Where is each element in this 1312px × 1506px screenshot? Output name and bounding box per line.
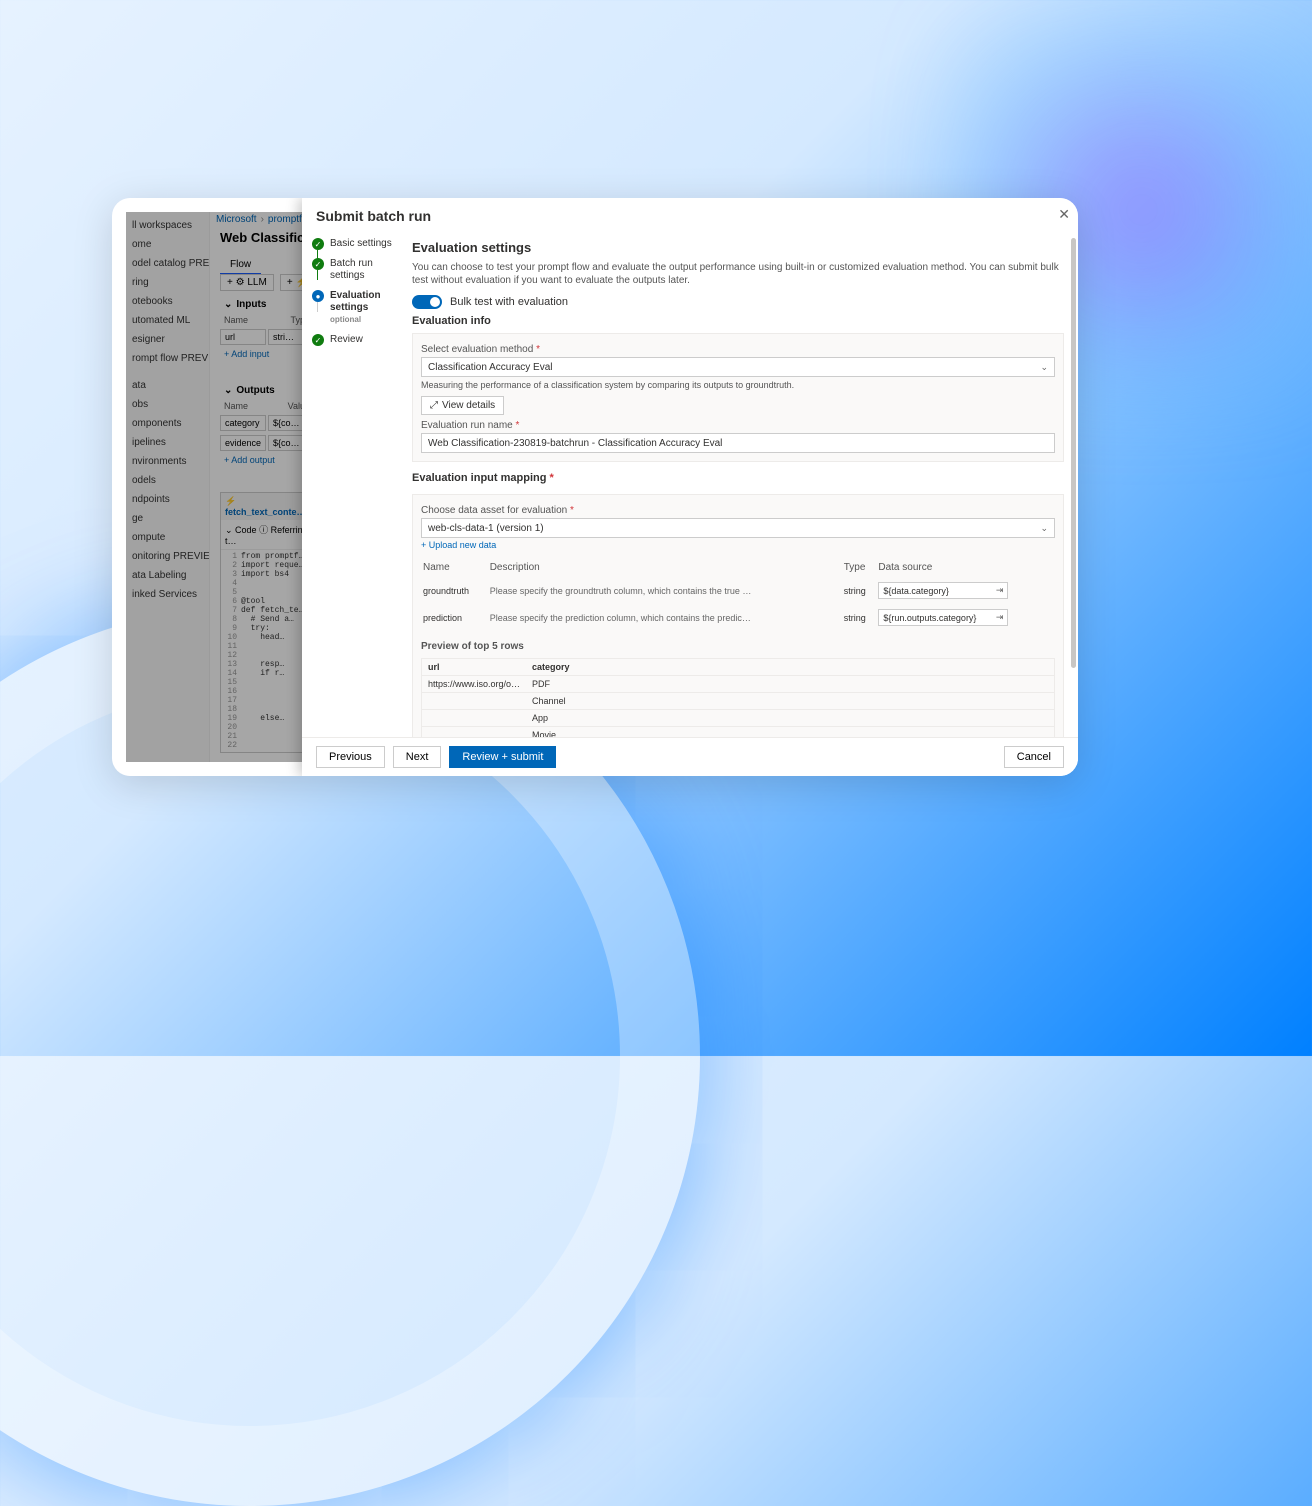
flow-icon: ⇥ [996,612,1004,623]
previous-button[interactable]: Previous [316,746,385,768]
table-row: https://www.iso.org/o…PDF [422,676,1055,693]
inputs-panel: Inputs NameType urlstri… + Add input [220,296,314,361]
wizard-step[interactable]: ●Evaluation settingsoptional [312,286,402,330]
review-submit-button[interactable]: Review + submit [449,746,556,768]
modal-footer: Previous Next Review + submit Cancel [302,737,1078,776]
table-row: groundtruthPlease specify the groundtrut… [421,577,1055,604]
wizard-step[interactable]: ✓Basic settings [312,234,402,254]
llm-button[interactable]: + ⚙ LLM [220,274,274,291]
cancel-button[interactable]: Cancel [1004,746,1064,768]
tab-flow[interactable]: Flow [220,256,261,275]
section-description: You can choose to test your prompt flow … [412,261,1064,287]
wizard-step[interactable]: ✓Review [312,330,402,350]
code-node: ⚡ fetch_text_conte… ⌄ Code ⓘ Referring t… [220,492,314,753]
submit-batch-run-panel: ✕ Submit batch run ✓Basic settings✓Batch… [302,198,1078,776]
add-input-link[interactable]: + Add input [220,347,314,361]
app-frame: ll workspacesomeodel catalog PREVIEWring… [112,198,1078,776]
preview-heading: Preview of top 5 rows [421,631,1055,654]
sidebar-item[interactable]: ll workspaces [126,216,209,235]
next-button[interactable]: Next [393,746,442,768]
sidebar-item[interactable] [126,368,209,376]
sidebar-item[interactable]: ndpoints [126,490,209,509]
bulk-test-toggle-label: Bulk test with evaluation [450,296,568,308]
modal-title: Submit batch run [302,198,1078,234]
chevron-down-icon: ⌄ [1040,523,1048,534]
evaluation-info-heading: Evaluation info [412,313,1064,329]
sidebar-item[interactable]: odels [126,471,209,490]
data-asset-select[interactable]: web-cls-data-1 (version 1)⌄ [421,518,1055,538]
upload-data-link[interactable]: + Upload new data [421,538,1055,552]
modal-content: Evaluation settings You can choose to te… [412,234,1078,737]
left-nav: ll workspacesomeodel catalog PREVIEWring… [126,212,210,762]
select-method-label: Select evaluation method [421,342,1055,357]
evaluation-method-select[interactable]: Classification Accuracy Eval⌄ [421,357,1055,377]
wizard-step[interactable]: ✓Batch run settings [312,254,402,286]
run-name-input[interactable]: Web Classification-230819-batchrun - Cla… [421,433,1055,453]
sidebar-item[interactable]: inked Services [126,585,209,604]
sidebar-item[interactable]: esigner [126,330,209,349]
bulk-test-toggle[interactable] [412,295,442,309]
table-row: Channel [422,693,1055,710]
mapping-table: Name Description Type Data source ground… [421,558,1055,631]
sidebar-item[interactable]: ge [126,509,209,528]
sidebar-item[interactable]: obs [126,395,209,414]
mapping-heading: Evaluation input mapping [412,466,1064,490]
sidebar-item[interactable]: ring [126,273,209,292]
sidebar-item[interactable]: onitoring PREVIEW [126,547,209,566]
view-details-button[interactable]: ⤢ View details [421,396,504,415]
add-output-link[interactable]: + Add output [220,453,314,467]
flow-icon: ⇥ [996,585,1004,596]
chevron-down-icon: ⌄ [1040,362,1048,373]
preview-table: url category https://www.iso.org/o…PDFCh… [421,658,1055,737]
outputs-panel: Outputs NameValue category${co… evidence… [220,382,314,467]
scrollbar[interactable] [1071,238,1076,668]
table-row: Movie [422,727,1055,738]
close-icon[interactable]: ✕ [1058,206,1070,223]
sidebar-item[interactable]: nvironments [126,452,209,471]
sidebar-item[interactable]: ata Labeling [126,566,209,585]
mapping-input[interactable]: ${data.category}⇥ [878,582,1008,599]
wizard-steps: ✓Basic settings✓Batch run settings●Evalu… [302,234,412,737]
method-hint: Measuring the performance of a classific… [421,377,1055,393]
mapping-input[interactable]: ${run.outputs.category}⇥ [878,609,1008,626]
sidebar-item[interactable]: ompute [126,528,209,547]
sidebar-item[interactable]: ome [126,235,209,254]
run-name-label: Evaluation run name [421,418,1055,433]
asset-label: Choose data asset for evaluation [421,503,1055,518]
sidebar-item[interactable]: ipelines [126,433,209,452]
section-heading: Evaluation settings [412,234,1064,261]
table-row: predictionPlease specify the prediction … [421,604,1055,631]
sidebar-item[interactable]: rompt flow PREVIEW [126,349,209,368]
sidebar-item[interactable]: omponents [126,414,209,433]
sidebar-item[interactable]: odel catalog PREVIEW [126,254,209,273]
sidebar-item[interactable]: ata [126,376,209,395]
table-row: App [422,710,1055,727]
sidebar-item[interactable]: utomated ML [126,311,209,330]
sidebar-item[interactable]: otebooks [126,292,209,311]
expand-icon: ⤢ [430,400,438,411]
